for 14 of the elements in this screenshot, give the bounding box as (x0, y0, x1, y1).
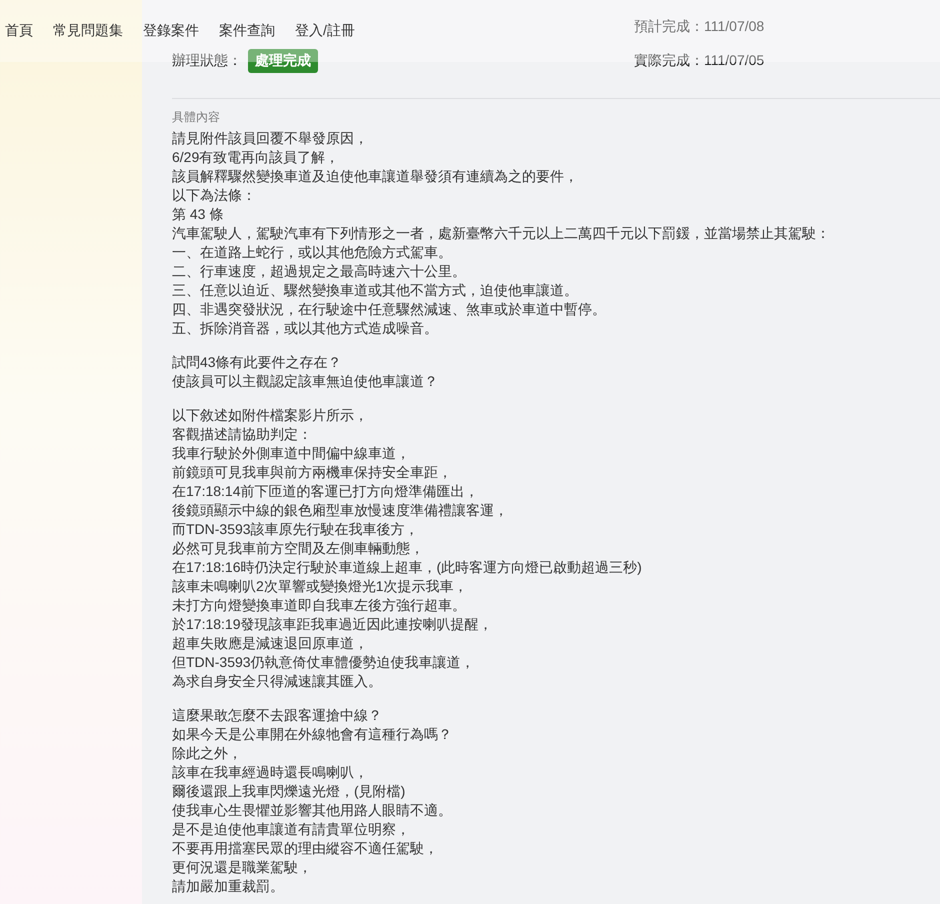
nav-link[interactable]: 案件查詢 (219, 22, 275, 40)
content-paragraph: 以下敘述如附件檔案影片所示， 客觀描述請協助判定： 我車行駛於外側車道中間偏中線車道， 前鏡頭可見我車與前方兩機車保持安全車距， 在17:18:14前下匝道的客運已打方向燈準備匯出， 後鏡頭顯示中線的銀色廂型車放慢速度準備禮讓客運， 而TDN-3593該車原先行駛在我車後方， 必然可見我車前方空間及左側車輛動態， 在17:18:16時仍決定行駛於車道線上超車，(此時客運方向燈已啟動超過三秒) 該車未鳴喇叭2次單響或變換燈光1次提示我車， 未打方向燈變換車道即自我車左後方強行超車。 於17:18:19發現該車距我車過近因此連按喇叭提醒， 超車失敗應是減速退回原車道， 但TDN-3593仍執意倚仗車體優勢迫使我車讓道， 為求自身安全只得減速讓其匯入。 (172, 406, 643, 691)
status-badge: 處理完成 (248, 49, 318, 73)
home-link[interactable]: 首頁 (5, 22, 33, 40)
nav-link[interactable]: 登錄案件 (143, 22, 199, 40)
expected-completion: 預計完成：111/07/08 (634, 18, 764, 36)
actual-completion: 實際完成：111/07/05 (634, 52, 764, 70)
content-label: 具體內容 (172, 109, 221, 126)
status-label: 辦理狀態： (172, 52, 242, 70)
nav-link[interactable]: 常見問題集 (53, 22, 123, 40)
content-paragraph: 這麼果敢怎麼不去跟客運搶中線？ 如果今天是公車開在外線牠會有這種行為嗎？ 除此之外， 該車在我車經過時還長鳴喇叭， 爾後還跟上我車閃爍遠光燈，(見附檔) 使我車心生畏懼並影響其他用路人眼睛不適。 是不是迫使他車讓道有請貴單位明察， 不要再用擋塞民眾的理由縱容不適任駕駛， 更何況還是職業駕駛， 請加嚴加重裁罰。 (172, 706, 453, 896)
content-paragraph: 請見附件該員回覆不舉發原因， 6/29有致電再向該員了解， 該員解釋驟然變換車道及迫使他車讓道舉發須有連續為之的要件， 以下為法條： 第 43 條 汽車駕駛人，駕駛汽車有下列情形之一者，處新臺幣六千元以上二萬四千元以下罰鍰，並當場禁止其駕駛： 一、在道路上蛇行，或以其他危險方式駕車。 二、行車速度，超過規定之最高時速六十公里。 三、任意以迫近、驟然變換車道或其他不當方式，迫使他車讓道。 四、非遇突發狀況，在行駛途中任意驟然減速、煞車或於車道中暫停。 五、拆除消音器，或以其他方式造成噪音。 (172, 129, 831, 338)
content-paragraph: 試問43條有此要件之存在？ 使該員可以主觀認定該車無迫使他車讓道？ (172, 353, 439, 391)
nav-link[interactable]: 登入/註冊 (295, 22, 355, 40)
